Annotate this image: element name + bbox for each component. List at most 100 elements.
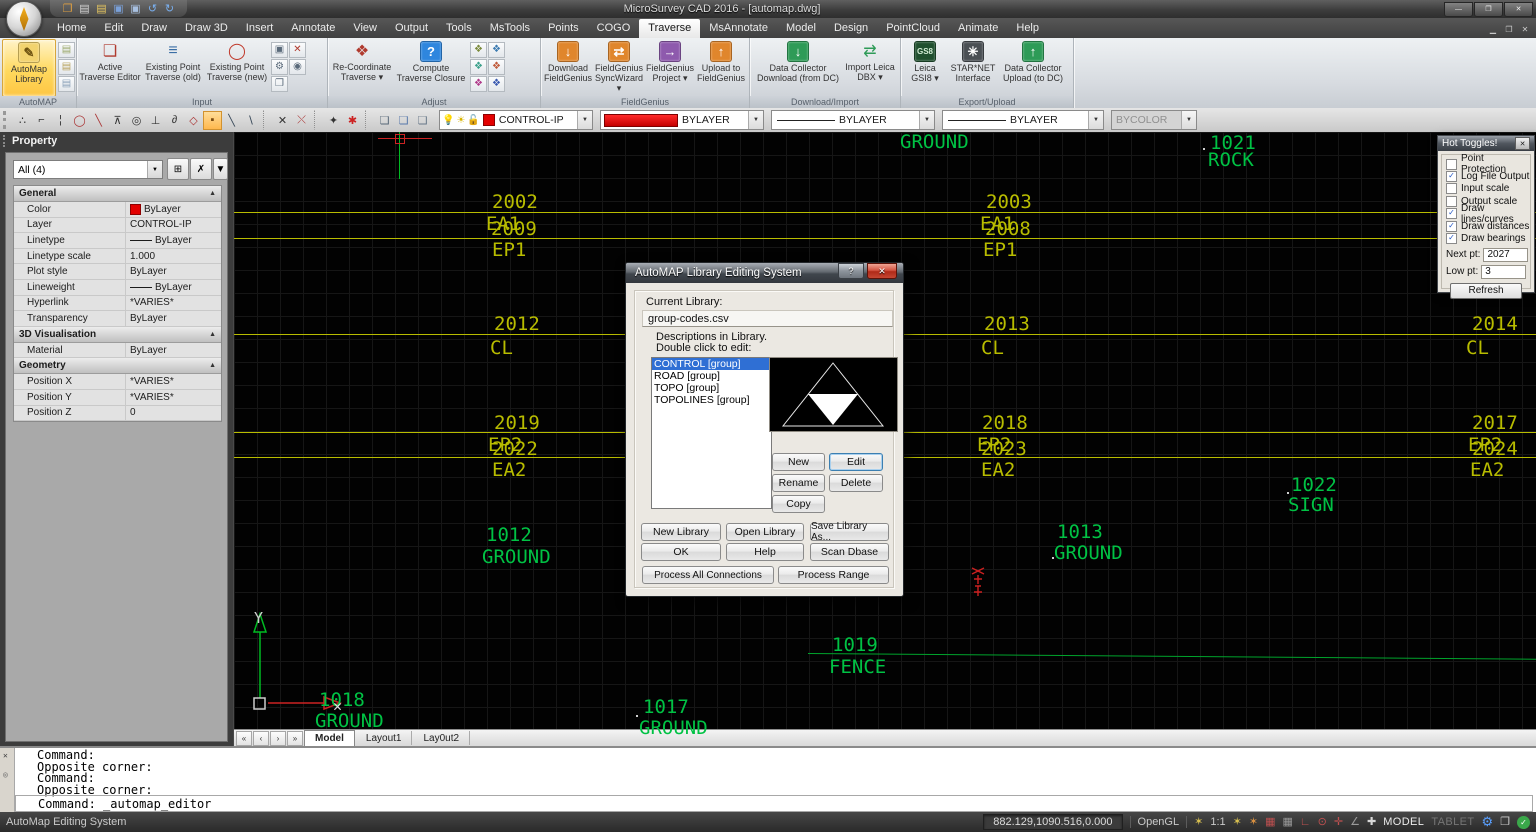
upload-to-fieldgenius-button[interactable]: ↑Upload to FieldGenius: [695, 39, 747, 95]
intersection-point-icon[interactable]: ⊼: [108, 111, 127, 130]
property-row-value[interactable]: ByLayer: [126, 343, 221, 358]
palette-grip[interactable]: [3, 135, 8, 147]
save-library-as-button[interactable]: Save Library As...: [810, 523, 889, 541]
menu-tab[interactable]: Traverse: [639, 19, 700, 38]
menu-tab[interactable]: Output: [386, 19, 437, 38]
line-tool-icon[interactable]: ╲: [222, 111, 241, 130]
target-point-icon[interactable]: ◎: [127, 111, 146, 130]
active-traverse-editor-button[interactable]: ❏Active Traverse Editor: [79, 39, 141, 95]
property-row-value[interactable]: ByLayer: [126, 280, 221, 295]
settings-gear-icon[interactable]: ⚙: [1481, 815, 1493, 829]
property-row-value[interactable]: ByLayer: [126, 202, 221, 217]
leica-gsi8-button[interactable]: GS8Leica GSI8 ▾: [903, 39, 947, 95]
property-row-value[interactable]: ByLayer: [126, 311, 221, 326]
command-input[interactable]: Command: _automap_editor: [15, 795, 1533, 812]
command-close-icon[interactable]: ✕: [3, 751, 8, 760]
hot-toggle-row[interactable]: Draw bearings: [1442, 232, 1530, 244]
lineweight-dropdown[interactable]: BYLAYER ▼: [942, 110, 1104, 130]
automap-thumb-2-icon[interactable]: ▤: [58, 59, 75, 75]
object-track-icon[interactable]: ∠: [1350, 815, 1360, 829]
traverse-copy-icon[interactable]: ❐: [271, 76, 288, 92]
mdi-minimize-icon[interactable]: ▁: [1487, 25, 1499, 34]
dialog-close-button[interactable]: ✕: [867, 263, 897, 279]
property-section-header[interactable]: 3D Visualisation▲: [14, 327, 221, 343]
adjust-tool-6-icon[interactable]: ❖: [488, 76, 505, 92]
traverse-view-icon[interactable]: ◉: [289, 59, 306, 75]
object-snap-icon[interactable]: ✛: [1334, 815, 1343, 829]
curve-point-icon[interactable]: ∂: [165, 111, 184, 130]
layer-match-icon[interactable]: ❏: [413, 111, 432, 130]
first-tab-button[interactable]: «: [236, 731, 252, 746]
help-button[interactable]: Help: [726, 543, 804, 561]
snap-mode-icon[interactable]: ▦: [1265, 815, 1275, 829]
dialog-help-button[interactable]: ?: [838, 263, 864, 279]
tablet-toggle[interactable]: TABLET: [1431, 816, 1474, 828]
refresh-button[interactable]: Refresh: [1450, 283, 1522, 299]
dynamic-input-icon[interactable]: ✚: [1367, 815, 1376, 829]
property-row-value[interactable]: 0: [126, 406, 221, 421]
hot-toggle-row[interactable]: Point Protection: [1442, 158, 1530, 170]
command-history[interactable]: Command:Opposite corner:Command:Opposite…: [15, 750, 1534, 795]
annotation-monitor-icon[interactable]: ✶: [1233, 815, 1242, 829]
opengl-label[interactable]: OpenGL: [1138, 816, 1180, 828]
clipboard-icon[interactable]: ▤: [77, 1, 92, 17]
undo-icon[interactable]: ↺: [145, 1, 160, 17]
menu-tab[interactable]: Edit: [95, 19, 132, 38]
close-button[interactable]: ✕: [1504, 2, 1533, 17]
data-collector-upload-button[interactable]: ↑Data Collector Upload (to DC): [999, 39, 1067, 95]
property-row-value[interactable]: *VARIES*: [126, 390, 221, 405]
slope-point-icon[interactable]: ╲: [89, 111, 108, 130]
save-icon[interactable]: ▣: [111, 1, 126, 17]
starnet-interface-button[interactable]: ✳STAR*NET Interface: [947, 39, 999, 95]
circle-point-icon[interactable]: ◯: [70, 111, 89, 130]
annotation-scale-icon[interactable]: ✶: [1249, 815, 1258, 829]
command-dock-strip[interactable]: ✕ ◎: [0, 748, 15, 814]
open-library-button[interactable]: Open Library: [726, 523, 804, 541]
layer-lock-icon[interactable]: 🔓: [467, 115, 479, 126]
property-row[interactable]: LinetypeByLayer: [14, 233, 221, 249]
checkbox-icon[interactable]: [1446, 233, 1457, 244]
hot-toggle-row[interactable]: Draw distances: [1442, 220, 1530, 232]
application-menu-button[interactable]: [6, 1, 42, 37]
pickadd-toggle-button[interactable]: ▼: [213, 158, 228, 180]
menu-tab[interactable]: MsAnnotate: [700, 19, 777, 38]
menu-tab[interactable]: View: [344, 19, 386, 38]
clean-screen-icon[interactable]: ❐: [1500, 815, 1510, 829]
layer-dropdown-arrow[interactable]: ▼: [577, 111, 592, 129]
next-pt-field[interactable]: 2027: [1483, 248, 1528, 262]
open-drawing-icon[interactable]: ▤: [94, 1, 109, 17]
current-library-field[interactable]: group-codes.csv: [642, 310, 893, 327]
offset-point-icon[interactable]: ⌐: [32, 111, 51, 130]
property-row[interactable]: Position X*VARIES*: [14, 374, 221, 390]
adjust-tool-1-icon[interactable]: ❖: [470, 42, 487, 58]
diamond-point-icon[interactable]: ◇: [184, 111, 203, 130]
color-dropdown[interactable]: BYLAYER ▼: [600, 110, 764, 130]
checkbox-icon[interactable]: [1446, 171, 1457, 182]
save-as-icon[interactable]: ▣: [128, 1, 143, 17]
status-ok-icon[interactable]: ✓: [1517, 816, 1530, 829]
property-section-header[interactable]: General▲: [14, 186, 221, 202]
import-leica-dbx-button[interactable]: ⇄Import Leica DBX ▾: [844, 39, 896, 95]
property-row-value[interactable]: *VARIES*: [126, 374, 221, 389]
trim-tool-icon[interactable]: ⤬: [292, 111, 311, 130]
menu-tab[interactable]: Insert: [237, 19, 283, 38]
new-button[interactable]: New: [772, 453, 825, 471]
automap-thumb-1-icon[interactable]: ▤: [58, 42, 75, 58]
traverse-settings-icon[interactable]: ⚙: [271, 59, 288, 75]
lineweight-dropdown-arrow[interactable]: ▼: [1088, 111, 1103, 129]
compute-traverse-closure-button[interactable]: ?Compute Traverse Closure: [394, 39, 468, 95]
checkbox-icon[interactable]: [1446, 159, 1457, 170]
delete-button[interactable]: Delete: [829, 474, 883, 492]
property-row[interactable]: Hyperlink*VARIES*: [14, 296, 221, 312]
menu-tab[interactable]: Help: [1007, 19, 1048, 38]
listbox-item[interactable]: TOPOLINES [group]: [652, 394, 771, 406]
layout-tab[interactable]: Model: [304, 730, 355, 746]
layout-tab[interactable]: Lay0ut2: [413, 731, 470, 745]
property-row[interactable]: LineweightByLayer: [14, 280, 221, 296]
property-row-value[interactable]: 1.000: [126, 249, 221, 264]
checkbox-icon[interactable]: [1446, 183, 1457, 194]
traverse-report-icon[interactable]: ▣: [271, 42, 288, 58]
restore-button[interactable]: ❐: [1474, 2, 1503, 17]
adjust-tool-2-icon[interactable]: ❖: [488, 42, 505, 58]
minimize-button[interactable]: —: [1444, 2, 1473, 17]
